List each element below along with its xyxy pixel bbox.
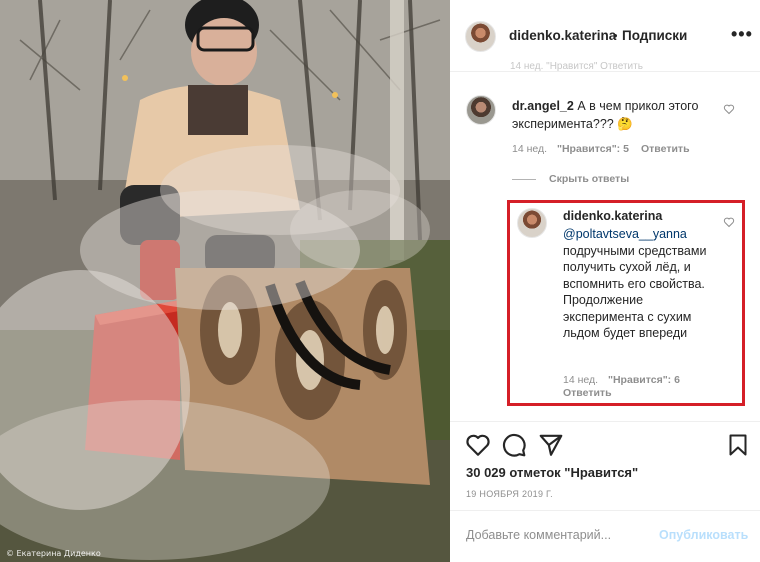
following-button[interactable]: Подписки [622,28,687,43]
comment-box-divider [450,510,760,511]
reply-mention[interactable]: @poltavtseva__yanna [563,227,687,241]
photo-illustration [0,0,450,562]
post-date[interactable]: 19 НОЯБРЯ 2019 Г. [466,489,553,499]
comment-reply-button[interactable]: Ответить [641,143,690,155]
commenter-avatar[interactable] [466,95,496,125]
comment-age[interactable]: 14 нед. [512,143,547,155]
reply-age[interactable]: 14 нед. [563,374,598,386]
add-comment-input[interactable]: Добавьте комментарий... [466,528,611,542]
bookmark-icon[interactable] [726,432,750,458]
reply-heart-icon[interactable] [723,216,735,228]
post-photo[interactable]: © Екатерина Диденко [0,0,450,562]
hide-replies-button[interactable]: Скрыть ответы [549,173,629,185]
comment-text: dr.angel_2 А в чем прикол этого эксперим… [512,97,717,133]
photo-credit: © Екатерина Диденко [6,549,101,558]
reply-likes[interactable]: "Нравится": 6 [608,374,680,386]
comment-icon[interactable] [501,432,527,458]
reply-author-avatar[interactable] [517,208,547,238]
post-actions [450,428,760,468]
reply-reply-button[interactable]: Ответить [563,387,612,399]
more-icon[interactable]: ••• [731,24,753,45]
hide-replies-line [512,179,536,180]
share-icon[interactable] [538,432,564,458]
comment-heart-icon[interactable] [723,103,735,115]
heart-icon[interactable] [465,432,491,458]
reply-author-username[interactable]: didenko.katerina [563,209,662,223]
post-side-panel: didenko.katerina • Подписки ••• 14 нед. … [450,0,760,562]
author-username[interactable]: didenko.katerina [509,28,616,43]
comment-likes[interactable]: "Нравится": 5 [557,143,629,155]
publish-button[interactable]: Опубликовать [659,528,748,542]
actions-divider [450,421,760,422]
header-separator: • [613,28,618,43]
reply-body: подручными средствами получить сухой лёд… [563,244,707,341]
author-avatar[interactable] [465,21,496,52]
likes-count[interactable]: 30 029 отметок "Нравится" [466,465,638,480]
scrolled-comment-meta: 14 нед. "Нравится" Ответить [510,61,643,72]
commenter-username[interactable]: dr.angel_2 [512,99,574,113]
